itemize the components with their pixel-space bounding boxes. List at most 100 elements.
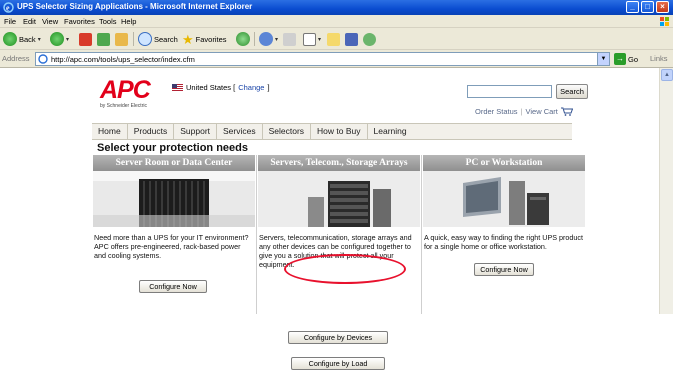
main-nav: Home Products Support Services Selectors… [92, 123, 572, 140]
ie-icon: e [3, 2, 14, 13]
region-label: United States [ [186, 83, 236, 92]
research-icon [345, 32, 358, 46]
messenger-button[interactable] [363, 31, 376, 47]
search-icon [138, 32, 152, 46]
back-button[interactable]: Back ▾ [3, 31, 41, 47]
minimize-button[interactable]: _ [626, 1, 639, 13]
menu-tools[interactable]: Tools [99, 17, 117, 26]
discuss-button[interactable] [327, 31, 340, 47]
menu-view[interactable]: View [42, 17, 58, 26]
nav-learning[interactable]: Learning [368, 124, 413, 139]
card-server-room: Server Room or Data Center Need more tha… [93, 155, 255, 314]
configure-by-devices-button[interactable]: Configure by Devices [288, 331, 388, 344]
menu-help[interactable]: Help [121, 17, 136, 26]
address-dropdown-icon[interactable]: ▼ [597, 53, 609, 65]
page-title: Select your protection needs [97, 142, 248, 154]
svg-text:e: e [6, 4, 10, 13]
card-pc-workstation: PC or Workstation A quick, easy way to f… [423, 155, 585, 314]
forward-button[interactable]: ▾ [50, 31, 69, 47]
stop-icon [79, 32, 92, 46]
cart-icon[interactable] [560, 107, 573, 116]
us-flag-icon [172, 83, 183, 92]
window-title-bar: e UPS Selector Sizing Applications - Mic… [0, 0, 673, 15]
pc-workstation-image [423, 171, 585, 227]
scroll-up-icon[interactable]: ▲ [661, 69, 673, 81]
card-divider [421, 155, 422, 314]
nav-support[interactable]: Support [174, 124, 218, 139]
go-arrow-icon: → [614, 53, 626, 65]
favorites-toolbar-button[interactable]: ★ Favorites [182, 31, 227, 47]
menu-bar: File Edit View Favorites Tools Help [0, 15, 673, 28]
page-icon [38, 54, 48, 64]
address-bar: Address http://apc.com/tools/ups_selecto… [0, 50, 673, 68]
links-toolbar[interactable]: Links [650, 54, 668, 63]
highlight-annotation-oval [284, 254, 406, 284]
browser-toolbar: Back ▾ ▾ Search ★ Favorites ▾ ▾ [0, 28, 673, 50]
nav-how-to-buy[interactable]: How to Buy [311, 124, 368, 139]
vertical-scrollbar[interactable]: ▲ [659, 68, 673, 314]
star-icon: ★ [182, 31, 194, 47]
change-region-link[interactable]: Change [238, 83, 264, 92]
refresh-button[interactable] [97, 31, 110, 47]
menu-file[interactable]: File [4, 17, 16, 26]
mail-icon [259, 32, 273, 46]
home-icon [115, 32, 128, 46]
toolbar-separator [133, 32, 134, 46]
chevron-down-icon[interactable]: ▾ [66, 36, 69, 43]
site-search-button[interactable]: Search [556, 84, 588, 99]
chevron-down-icon[interactable]: ▾ [318, 36, 321, 43]
card-title: Servers, Telecom., Storage Arrays [258, 155, 420, 171]
chevron-down-icon[interactable]: ▾ [275, 36, 278, 43]
folder-icon [327, 32, 340, 46]
history-icon [236, 32, 250, 46]
page-viewport: APC by Schneider Electric United States … [0, 68, 673, 370]
research-button[interactable] [345, 31, 358, 47]
configure-now-button[interactable]: Configure Now [474, 263, 534, 276]
window-title: UPS Selector Sizing Applications - Micro… [17, 2, 253, 11]
go-button[interactable]: → Go [614, 53, 638, 65]
search-toolbar-button[interactable]: Search [138, 31, 178, 47]
server-racks-image [93, 171, 255, 227]
card-title: Server Room or Data Center [93, 155, 255, 171]
refresh-icon [97, 32, 110, 46]
view-cart-link[interactable]: View Cart [525, 107, 557, 116]
nav-home[interactable]: Home [92, 124, 128, 139]
back-arrow-icon [3, 32, 17, 46]
mail-button[interactable]: ▾ [259, 31, 278, 47]
home-button[interactable] [115, 31, 128, 47]
nav-selectors[interactable]: Selectors [263, 124, 312, 139]
menu-favorites[interactable]: Favorites [64, 17, 95, 26]
close-button[interactable]: × [656, 1, 669, 13]
link-divider: | [520, 107, 523, 116]
url-text: http://apc.com/tools/ups_selector/index.… [51, 55, 195, 64]
edit-button[interactable]: ▾ [303, 31, 321, 47]
card-divider [256, 155, 257, 314]
account-links: Order Status | View Cart [475, 107, 573, 116]
card-servers-telecom: Servers, Telecom., Storage Arrays Server… [258, 155, 420, 370]
maximize-button[interactable]: □ [641, 1, 654, 13]
address-input[interactable]: http://apc.com/tools/ups_selector/index.… [35, 52, 610, 66]
messenger-icon [363, 32, 376, 46]
card-title: PC or Workstation [423, 155, 585, 171]
history-button[interactable] [236, 31, 250, 47]
region-selector: United States [ Change ] [172, 83, 270, 92]
order-status-link[interactable]: Order Status [475, 107, 518, 116]
card-description: Need more than a UPS for your IT environ… [94, 233, 249, 260]
stop-button[interactable] [79, 31, 92, 47]
nav-products[interactable]: Products [128, 124, 175, 139]
edit-page-icon [303, 32, 316, 46]
nav-services[interactable]: Services [217, 124, 263, 139]
print-button[interactable] [283, 31, 296, 47]
windows-logo-icon [660, 17, 669, 26]
print-icon [283, 32, 296, 46]
chevron-down-icon[interactable]: ▾ [38, 36, 41, 43]
apc-logo[interactable]: APC by Schneider Electric [100, 76, 151, 110]
site-search-input[interactable] [467, 85, 552, 98]
logo-text: APC [100, 76, 151, 104]
menu-edit[interactable]: Edit [23, 17, 36, 26]
logo-byline: by Schneider Electric [100, 103, 147, 109]
configure-now-button[interactable]: Configure Now [139, 280, 207, 293]
region-bracket: ] [267, 83, 270, 92]
server-equipment-image [258, 171, 420, 227]
configure-by-load-button[interactable]: Configure by Load [291, 357, 385, 370]
